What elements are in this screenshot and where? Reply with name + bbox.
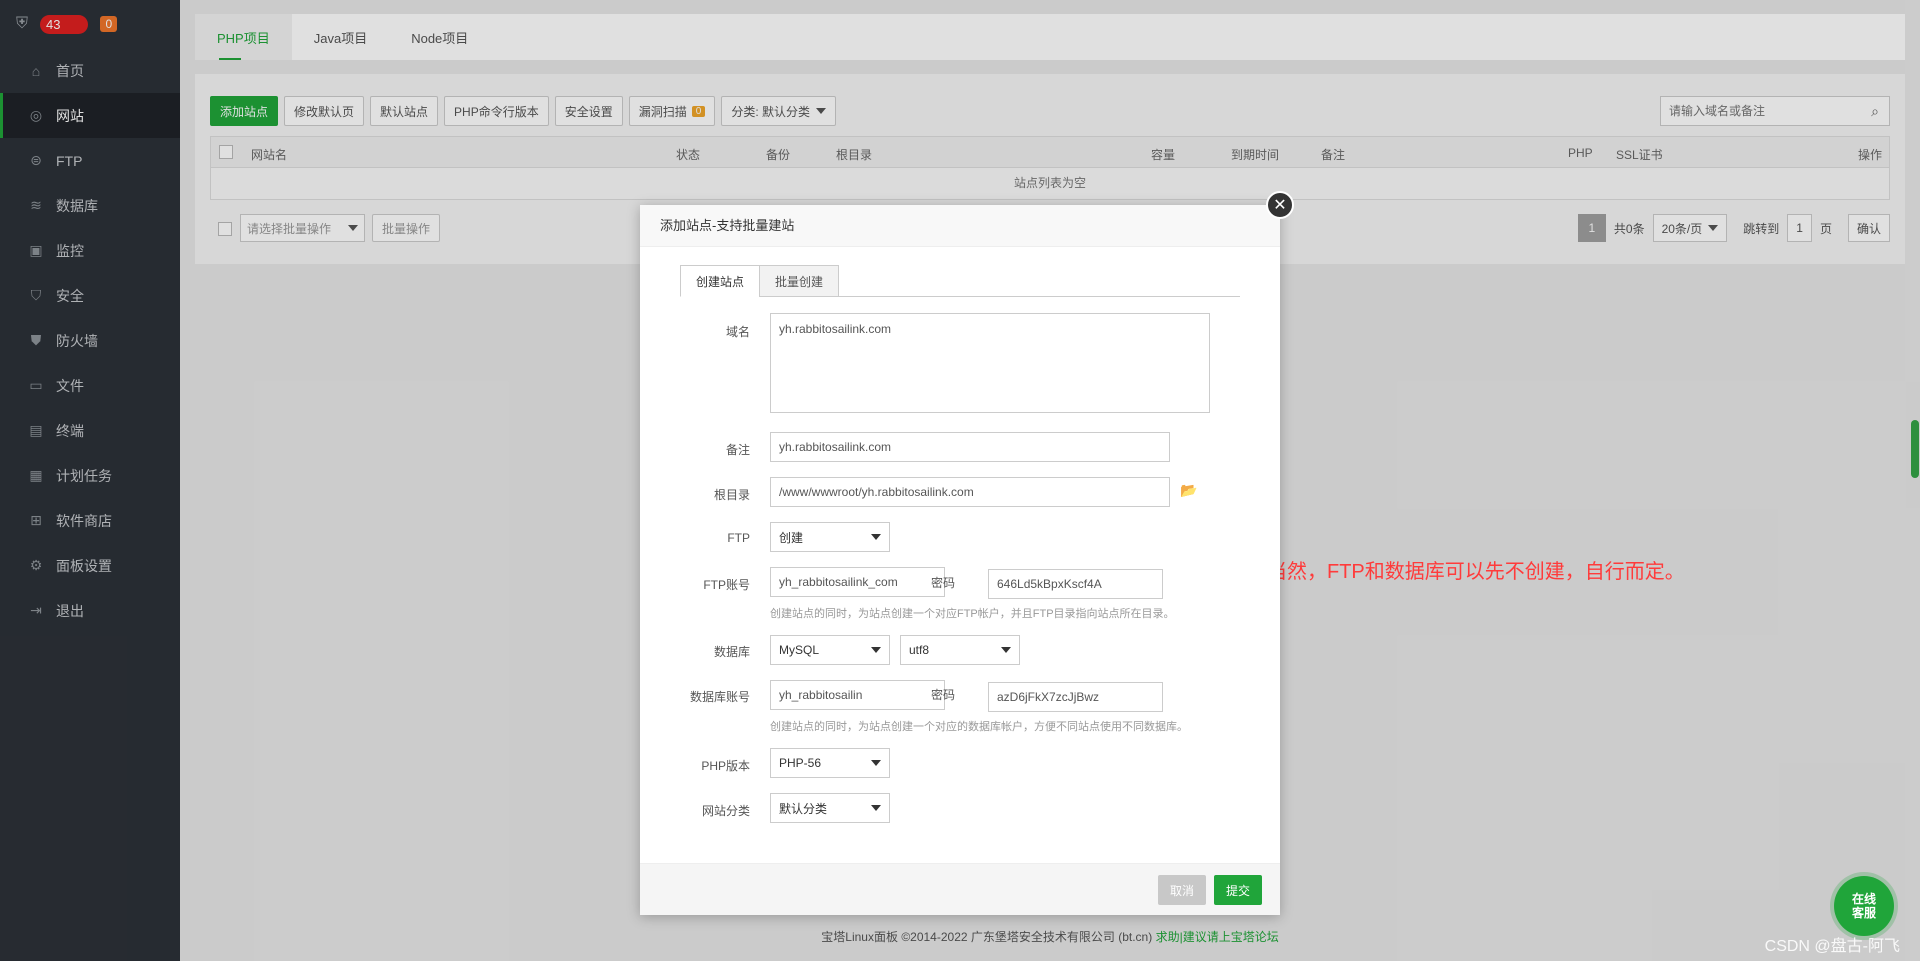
php-version-label: PHP版本 (701, 759, 750, 773)
scrollbar-thumb[interactable] (1911, 420, 1919, 478)
ftp-select-value: 创建 (779, 530, 804, 545)
submit-button[interactable]: 提交 (1214, 875, 1263, 905)
modal-footer: 取消 提交 (640, 863, 1280, 915)
cancel-button[interactable]: 取消 (1158, 875, 1207, 905)
chat-line1: 在线 (1851, 892, 1876, 906)
site-category-label: 网站分类 (701, 804, 750, 818)
remark-input[interactable] (770, 432, 1170, 462)
close-icon[interactable]: ✕ (1266, 191, 1294, 219)
chevron-down-icon (871, 647, 881, 653)
site-category-value: 默认分类 (779, 801, 828, 816)
site-category-select[interactable]: 默认分类 (770, 793, 890, 823)
root-label: 根目录 (713, 488, 750, 502)
domain-label: 域名 (725, 325, 750, 339)
db-account-label: 数据库账号 (689, 690, 750, 704)
ftp-hint: 创建站点的同时，为站点创建一个对应FTP帐户，并且FTP目录指向站点所在目录。 (770, 608, 1175, 620)
ftp-password-input[interactable] (988, 569, 1163, 599)
online-support-button[interactable]: 在线 客服 (1834, 876, 1894, 936)
db-charset-value: utf8 (909, 643, 930, 657)
watermark: CSDN @盘古-阿飞 (1764, 938, 1900, 955)
root-dir-input[interactable] (770, 477, 1170, 507)
folder-open-icon[interactable]: 📂 (1180, 482, 1197, 499)
chat-line2: 客服 (1851, 906, 1876, 920)
db-password-input[interactable] (988, 682, 1163, 712)
tab-create-site[interactable]: 创建站点 (680, 265, 761, 297)
tab-batch-create[interactable]: 批量创建 (759, 265, 840, 297)
annotation-text: 当然，FTP和数据库可以先不创建，自行而定。 (1267, 561, 1685, 583)
add-site-modal: 添加站点-支持批量建站 ✕ 创建站点 批量创建 域名 yh.rabbitosai… (640, 191, 1294, 915)
chevron-down-icon (871, 760, 881, 766)
ftp-select[interactable]: 创建 (770, 522, 890, 552)
chevron-down-icon (1001, 647, 1011, 653)
db-password-label: 密码 (930, 688, 955, 702)
php-version-value: PHP-56 (779, 756, 822, 770)
db-hint: 创建站点的同时，为站点创建一个对应的数据库帐户，方便不同站点使用不同数据库。 (770, 721, 1188, 733)
chevron-down-icon (871, 805, 881, 811)
chevron-down-icon (871, 534, 881, 540)
modal-title: 添加站点-支持批量建站 (640, 205, 1280, 247)
db-charset-select[interactable]: utf8 (900, 635, 1020, 665)
remark-label: 备注 (725, 443, 750, 457)
ftp-account-label: FTP账号 (703, 578, 750, 592)
ftp-password-label: 密码 (930, 576, 955, 590)
db-type-value: MySQL (779, 643, 820, 657)
domain-textarea[interactable]: yh.rabbitosailink.com (770, 313, 1210, 413)
ftp-label: FTP (727, 531, 750, 545)
modal-tabs: 创建站点 批量创建 (680, 265, 1240, 297)
database-label: 数据库 (713, 645, 750, 659)
php-version-select[interactable]: PHP-56 (770, 748, 890, 778)
db-type-select[interactable]: MySQL (770, 635, 890, 665)
